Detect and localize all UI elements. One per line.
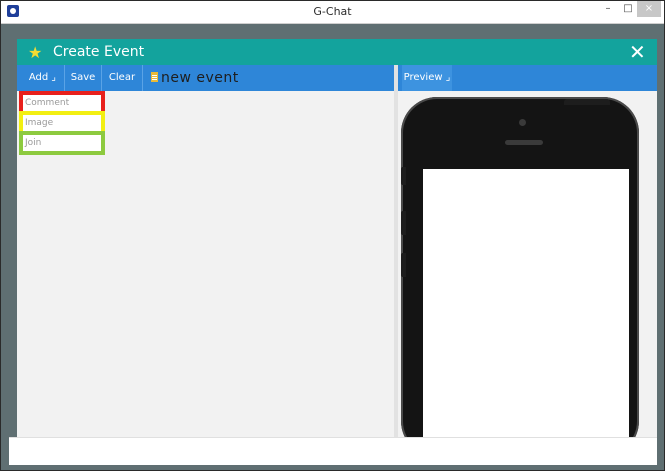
star-icon: ★ [28,43,43,62]
add-button[interactable]: Add ⌟ [21,65,65,91]
save-button[interactable]: Save [65,65,102,91]
preview-panel [398,91,657,439]
close-window-button[interactable]: × [637,1,661,17]
phone-speaker [505,140,543,145]
document-icon [151,72,158,82]
clear-button[interactable]: Clear [102,65,143,91]
editor-toolbar: Add ⌟ Save Clear new event [17,65,394,91]
close-dialog-button[interactable]: ✕ [629,39,646,65]
window-titlebar: G-Chat – □ × [1,1,664,24]
phone-screen [423,169,629,439]
minimize-button[interactable]: – [597,1,619,17]
status-footer [9,437,657,465]
maximize-button[interactable]: □ [619,1,637,17]
phone-volume-down [401,253,406,277]
comment-component-label: Comment [25,98,70,108]
dialog-header: ★ Create Event ✕ [17,39,657,65]
preview-toolbar: Preview ⌟ [398,65,657,91]
preview-button[interactable]: Preview ⌟ [402,65,452,91]
create-event-dialog: ★ Create Event ✕ Add ⌟ Save Clear new ev… [17,39,657,439]
phone-power-button [564,99,610,105]
image-component-label: Image [25,118,54,128]
editor-canvas[interactable]: Comment Image Join [17,91,394,439]
phone-mockup [401,97,639,439]
dialog-title: Create Event [53,44,145,60]
event-name-field[interactable]: new event [161,70,239,86]
app-title: G-Chat [313,5,352,18]
app-window: G-Chat – □ × ★ Create Event ✕ Add ⌟ Save… [0,0,665,471]
phone-mute-switch [401,167,406,185]
phone-volume-up [401,211,406,235]
join-component-label: Join [25,138,42,148]
join-component[interactable]: Join [19,131,105,155]
phone-camera-icon [519,119,526,126]
